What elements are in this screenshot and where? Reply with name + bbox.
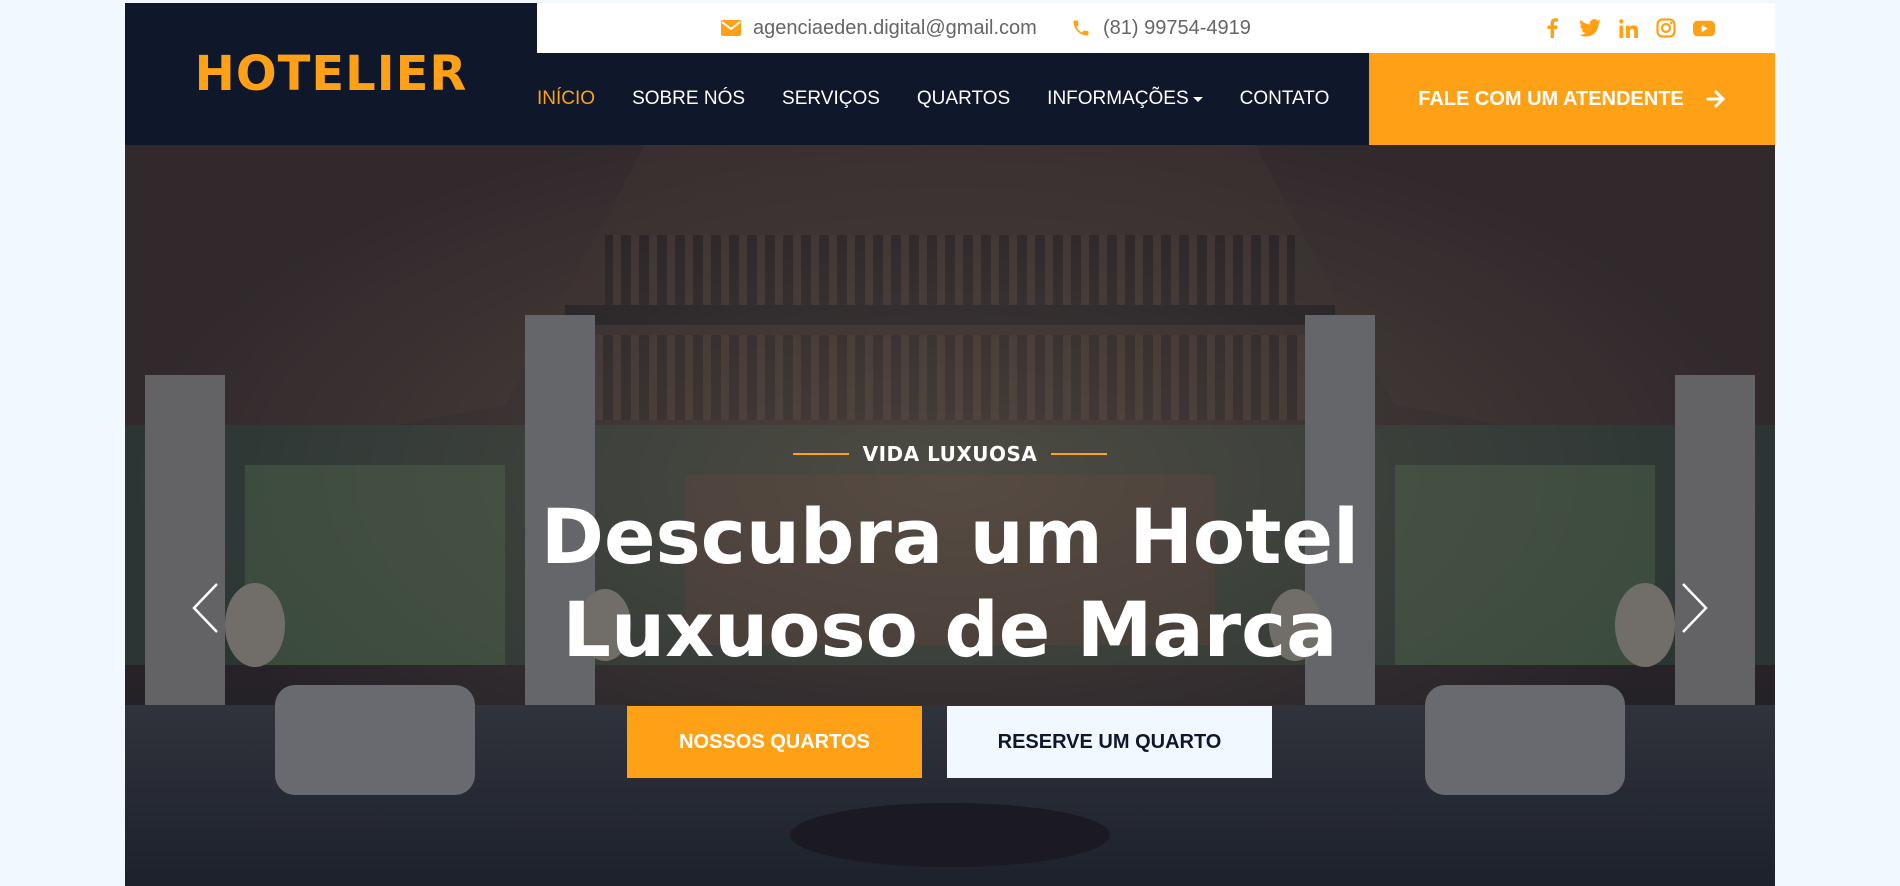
nav-item-inicio[interactable]: INÍCIO: [537, 88, 595, 110]
twitter-icon[interactable]: [1579, 17, 1601, 39]
hero-carousel: VIDA LUXUOSA Descubra um Hotel Luxuoso d…: [125, 145, 1775, 886]
chevron-left-icon: [192, 583, 218, 633]
caret-down-icon: [1192, 96, 1203, 102]
carousel-next-button[interactable]: [1665, 578, 1725, 638]
youtube-icon[interactable]: [1693, 17, 1715, 39]
talk-to-agent-button[interactable]: FALE COM UM ATENDENTE: [1369, 53, 1775, 145]
nav-item-contato[interactable]: CONTATO: [1240, 88, 1330, 110]
headline-line-1: Descubra um Hotel: [540, 492, 1360, 581]
nav-item-informacoes-label[interactable]: INFORMAÇÕES: [1047, 88, 1188, 110]
instagram-icon[interactable]: [1655, 17, 1677, 39]
topbar: agenciaeden.digital@gmail.com (81) 99754…: [537, 3, 1775, 53]
kicker-text: VIDA LUXUOSA: [862, 442, 1038, 466]
linkedin-icon[interactable]: [1617, 17, 1639, 39]
email-text[interactable]: agenciaeden.digital@gmail.com: [753, 17, 1037, 40]
book-room-button[interactable]: RESERVE UM QUARTO: [947, 706, 1272, 778]
phone-icon: [1073, 20, 1089, 36]
envelope-icon: [721, 20, 741, 36]
carousel-prev-button[interactable]: [175, 578, 235, 638]
nav-item-quartos[interactable]: QUARTOS: [917, 88, 1010, 110]
cta-label[interactable]: FALE COM UM ATENDENTE: [1418, 88, 1684, 111]
our-rooms-button[interactable]: NOSSOS QUARTOS: [627, 706, 922, 778]
hero-caption: VIDA LUXUOSA Descubra um Hotel Luxuoso d…: [125, 145, 1775, 886]
page-frame: HOTELIER agenciaeden.digital@gmail.com (…: [125, 3, 1775, 886]
kicker-line-right: [1051, 453, 1108, 455]
main-navbar: INÍCIO SOBRE NÓS SERVIÇOS QUARTOS INFORM…: [537, 53, 1775, 145]
facebook-icon[interactable]: [1541, 17, 1563, 39]
chevron-right-icon: [1682, 583, 1708, 633]
kicker-line-left: [792, 453, 849, 455]
nav-item-servicos[interactable]: SERVIÇOS: [782, 88, 880, 110]
phone-text[interactable]: (81) 99754-4919: [1103, 17, 1251, 40]
nav-menu: INÍCIO SOBRE NÓS SERVIÇOS QUARTOS INFORM…: [537, 53, 1366, 145]
social-links: [1541, 3, 1715, 53]
nav-item-informacoes[interactable]: INFORMAÇÕES: [1047, 88, 1203, 110]
hero-headline: Descubra um Hotel Luxuoso de Marca: [125, 490, 1775, 676]
topbar-phone[interactable]: (81) 99754-4919: [1071, 3, 1251, 53]
arrow-right-icon: [1706, 90, 1725, 108]
brand-block[interactable]: HOTELIER: [125, 3, 537, 145]
topbar-email[interactable]: agenciaeden.digital@gmail.com: [721, 3, 1037, 53]
logo-text[interactable]: HOTELIER: [195, 46, 468, 102]
hero-kicker: VIDA LUXUOSA: [125, 442, 1775, 466]
nav-item-sobre-nos[interactable]: SOBRE NÓS: [632, 88, 745, 110]
headline-line-2: Luxuoso de Marca: [562, 585, 1338, 674]
